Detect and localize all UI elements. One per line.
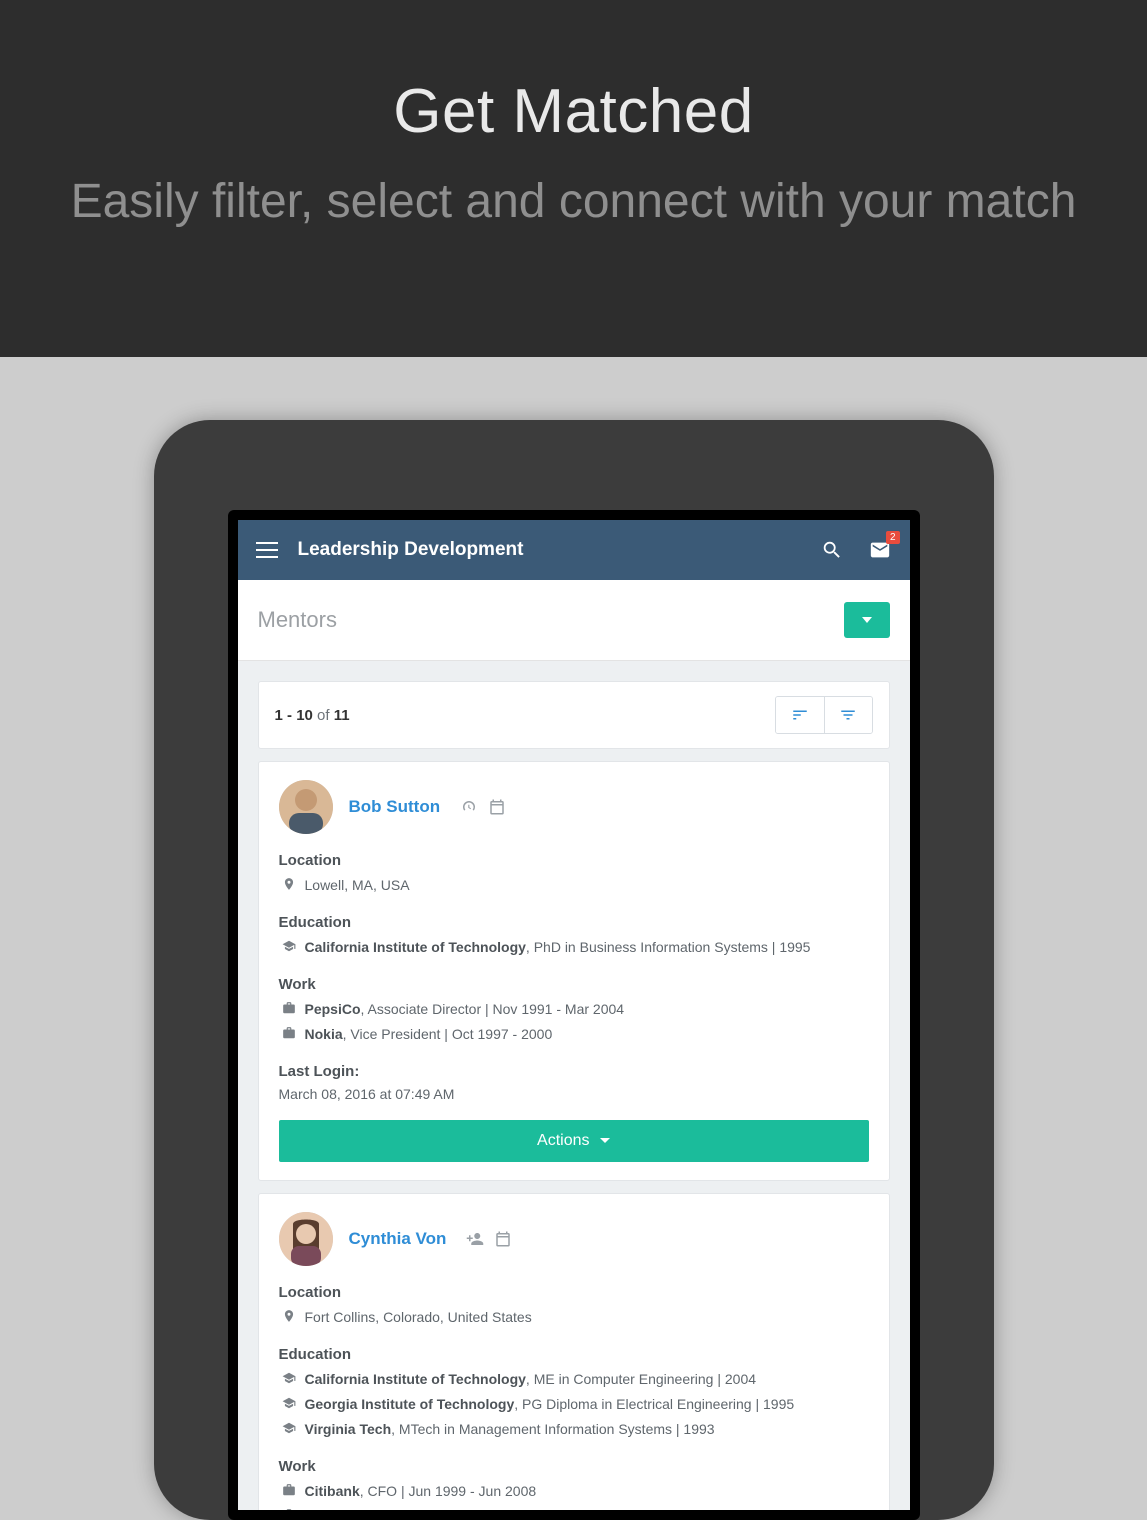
tablet-mockup: Leadership Development 2 Mentors 1 - 10 … bbox=[154, 420, 994, 1520]
work-row: PepsiCo, Associate Director | Nov 1991 -… bbox=[279, 999, 869, 1020]
gauge-icon[interactable] bbox=[458, 796, 480, 818]
pin-icon bbox=[279, 1307, 299, 1323]
results-toolbar: 1 - 10 of 11 bbox=[258, 681, 890, 749]
work-label: Work bbox=[279, 976, 869, 993]
education-label: Education bbox=[279, 914, 869, 931]
actions-button[interactable]: Actions bbox=[279, 1120, 869, 1162]
mentor-card: Cynthia Von Location Fort Collins, Colorad… bbox=[258, 1193, 890, 1510]
location-label: Location bbox=[279, 852, 869, 869]
graduation-icon bbox=[279, 937, 299, 953]
app-title: Leadership Development bbox=[298, 539, 796, 561]
avatar[interactable] bbox=[279, 1212, 333, 1266]
sort-button[interactable] bbox=[776, 697, 824, 733]
work-row: Nokia, Vice President | Oct 1997 - 2000 bbox=[279, 1024, 869, 1045]
calendar-icon[interactable] bbox=[492, 1228, 514, 1250]
dropdown-button[interactable] bbox=[844, 602, 890, 638]
mentor-card: Bob Sutton Location Lowell, MA, USA Educati… bbox=[258, 761, 890, 1181]
graduation-icon bbox=[279, 1369, 299, 1385]
hero-subtitle: Easily filter, select and connect with y… bbox=[0, 171, 1147, 233]
results-area: 1 - 10 of 11 Bob Sutton Location Lowell, M… bbox=[238, 661, 910, 1510]
page-header: Mentors bbox=[238, 580, 910, 661]
mail-icon[interactable]: 2 bbox=[868, 539, 892, 561]
notification-badge: 2 bbox=[886, 531, 900, 544]
location-row: Fort Collins, Colorado, United States bbox=[279, 1307, 869, 1328]
results-count: 1 - 10 of 11 bbox=[275, 707, 350, 724]
pin-icon bbox=[279, 875, 299, 891]
calendar-icon[interactable] bbox=[486, 796, 508, 818]
work-label: Work bbox=[279, 1458, 869, 1475]
last-login-label: Last Login: bbox=[279, 1063, 869, 1080]
search-icon[interactable] bbox=[820, 539, 844, 561]
filter-button[interactable] bbox=[824, 697, 872, 733]
hero-banner: Get Matched Easily filter, select and co… bbox=[0, 0, 1147, 357]
menu-icon[interactable] bbox=[256, 542, 278, 558]
briefcase-icon bbox=[279, 1024, 299, 1040]
briefcase-icon bbox=[279, 1506, 299, 1510]
graduation-icon bbox=[279, 1394, 299, 1410]
avatar[interactable] bbox=[279, 780, 333, 834]
location-row: Lowell, MA, USA bbox=[279, 875, 869, 896]
education-row: California Institute of Technology, ME i… bbox=[279, 1369, 869, 1390]
briefcase-icon bbox=[279, 999, 299, 1015]
work-row: Citibank, CFO | Jun 1999 - Jun 2008 bbox=[279, 1481, 869, 1502]
hero-title: Get Matched bbox=[0, 76, 1147, 147]
education-row: Virginia Tech, MTech in Management Infor… bbox=[279, 1419, 869, 1440]
education-row: Georgia Institute of Technology, PG Dipl… bbox=[279, 1394, 869, 1415]
location-label: Location bbox=[279, 1284, 869, 1301]
mentor-name[interactable]: Bob Sutton bbox=[349, 797, 441, 817]
last-login-value: March 08, 2016 at 07:49 AM bbox=[279, 1086, 869, 1102]
work-row: Microsoft Corporation, COO | Oct 1997 - … bbox=[279, 1506, 869, 1510]
mentor-name[interactable]: Cynthia Von bbox=[349, 1229, 447, 1249]
user-plus-icon[interactable] bbox=[464, 1228, 486, 1250]
education-label: Education bbox=[279, 1346, 869, 1363]
app-header: Leadership Development 2 bbox=[238, 520, 910, 580]
graduation-icon bbox=[279, 1419, 299, 1435]
education-row: California Institute of Technology, PhD … bbox=[279, 937, 869, 958]
page-title: Mentors bbox=[258, 607, 844, 633]
